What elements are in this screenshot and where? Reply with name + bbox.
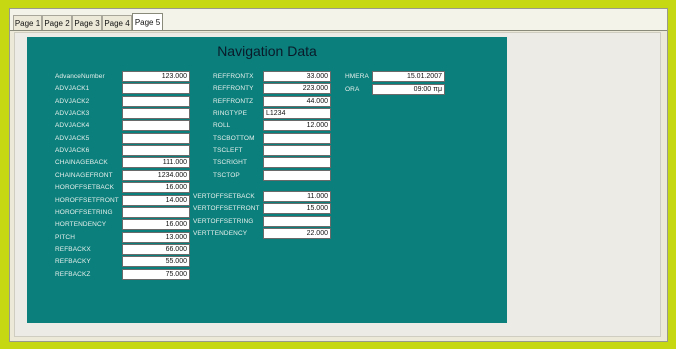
field-reffronty[interactable]: 223.000 bbox=[263, 83, 331, 95]
label-tscleft: TSCLEFT bbox=[213, 147, 243, 155]
label-vertoffsetfront: VERTOFFSETFRONT bbox=[193, 205, 260, 213]
field-ringtype[interactable]: L1234 bbox=[263, 108, 331, 120]
label-refbackz: REFBACKZ bbox=[55, 270, 91, 278]
tab-content: Navigation Data AdvanceNumber 123.000 ADVJ… bbox=[14, 32, 661, 337]
field-tscleft[interactable] bbox=[263, 145, 331, 157]
label-roll: ROLL bbox=[213, 122, 231, 130]
field-reffrontz[interactable]: 44.000 bbox=[263, 95, 331, 107]
field-advjack5[interactable] bbox=[122, 132, 190, 144]
label-advjack6: ADVJACK6 bbox=[55, 147, 90, 155]
app-window: Page 1 Page 2 Page 3 Page 4 Page 5 Navig… bbox=[9, 8, 668, 342]
label-refbackx: REFBACKX bbox=[55, 245, 91, 253]
field-vertoffsetfront[interactable]: 15.000 bbox=[263, 203, 331, 215]
label-chainageback: CHAINAGEBACK bbox=[55, 159, 108, 167]
field-horoffsetback[interactable]: 16.000 bbox=[122, 182, 190, 194]
field-tscright[interactable] bbox=[263, 157, 331, 169]
label-reffronty: REFFRONTY bbox=[213, 85, 254, 93]
field-advjack2[interactable] bbox=[122, 95, 190, 107]
label-hmera: HMERA bbox=[345, 73, 369, 80]
label-advjack5: ADVJACK5 bbox=[55, 134, 90, 142]
label-horoffsetring: HOROFFSETRING bbox=[55, 208, 113, 216]
field-refbackz[interactable]: 75.000 bbox=[122, 268, 190, 280]
tab-page-1[interactable]: Page 1 bbox=[13, 15, 42, 30]
field-tsctop[interactable] bbox=[263, 169, 331, 181]
label-advjack3: ADVJACK3 bbox=[55, 110, 90, 118]
label-hortendency: HORTENDENCY bbox=[55, 221, 107, 229]
tab-page-2[interactable]: Page 2 bbox=[42, 15, 72, 30]
navigation-panel: Navigation Data AdvanceNumber 123.000 ADVJ… bbox=[27, 37, 507, 323]
field-refbacky[interactable]: 55.000 bbox=[122, 256, 190, 268]
tab-page-4[interactable]: Page 4 bbox=[102, 15, 132, 30]
field-chainagefront[interactable]: 1234.000 bbox=[122, 169, 190, 181]
label-tscright: TSCRIGHT bbox=[213, 159, 248, 167]
label-vertoffsetback: VERTOFFSETBACK bbox=[193, 193, 255, 200]
label-advjack4: ADVJACK4 bbox=[55, 122, 90, 130]
label-advancenumber: AdvanceNumber bbox=[55, 73, 105, 80]
field-tscbottom[interactable] bbox=[263, 132, 331, 144]
label-horoffsetfront: HOROFFSETFRONT bbox=[55, 196, 119, 204]
tab-page-5[interactable]: Page 5 bbox=[132, 13, 163, 31]
field-chainageback[interactable]: 111.000 bbox=[122, 157, 190, 169]
field-advjack1[interactable] bbox=[122, 83, 190, 95]
label-chainagefront: CHAINAGEFRONT bbox=[55, 171, 113, 179]
label-tsctop: TSCTOP bbox=[213, 171, 240, 179]
field-vertoffsetring[interactable] bbox=[263, 215, 331, 227]
field-advancenumber[interactable]: 123.000 bbox=[122, 71, 190, 82]
label-advjack2: ADVJACK2 bbox=[55, 97, 90, 105]
label-refbacky: REFBACKY bbox=[55, 258, 91, 266]
field-pitch[interactable]: 13.000 bbox=[122, 231, 190, 243]
field-verttendency[interactable]: 22.000 bbox=[263, 228, 331, 240]
field-refbackx[interactable]: 66.000 bbox=[122, 243, 190, 255]
label-reffrontx: REFFRONTX bbox=[213, 73, 254, 80]
page-title: Navigation Data bbox=[217, 43, 317, 59]
label-ringtype: RINGTYPE bbox=[213, 110, 248, 118]
field-advjack4[interactable] bbox=[122, 120, 190, 132]
field-hmera[interactable]: 15.01.2007 bbox=[372, 71, 445, 82]
label-vertoffsetring: VERTOFFSETRING bbox=[193, 217, 254, 225]
label-pitch: PITCH bbox=[55, 233, 75, 241]
tab-divider bbox=[10, 30, 667, 31]
field-reffrontx[interactable]: 33.000 bbox=[263, 71, 331, 82]
field-vertoffsetback[interactable]: 11.000 bbox=[263, 191, 331, 202]
label-horoffsetback: HOROFFSETBACK bbox=[55, 184, 115, 192]
label-reffrontz: REFFRONTZ bbox=[213, 97, 254, 105]
field-ora[interactable]: 09:00 πμ bbox=[372, 84, 445, 95]
label-verttendency: VERTTENDENCY bbox=[193, 230, 248, 238]
field-horoffsetring[interactable] bbox=[122, 206, 190, 218]
field-advjack3[interactable] bbox=[122, 108, 190, 120]
field-horoffsetfront[interactable]: 14.000 bbox=[122, 194, 190, 206]
field-hortendency[interactable]: 16.000 bbox=[122, 219, 190, 231]
tab-page-3[interactable]: Page 3 bbox=[72, 15, 102, 30]
field-advjack6[interactable] bbox=[122, 145, 190, 157]
label-tscbottom: TSCBOTTOM bbox=[213, 134, 255, 142]
field-roll[interactable]: 12.000 bbox=[263, 120, 331, 132]
label-ora: ORA bbox=[345, 86, 360, 93]
label-advjack1: ADVJACK1 bbox=[55, 85, 90, 93]
tab-bar: Page 1 Page 2 Page 3 Page 4 Page 5 bbox=[10, 9, 667, 31]
